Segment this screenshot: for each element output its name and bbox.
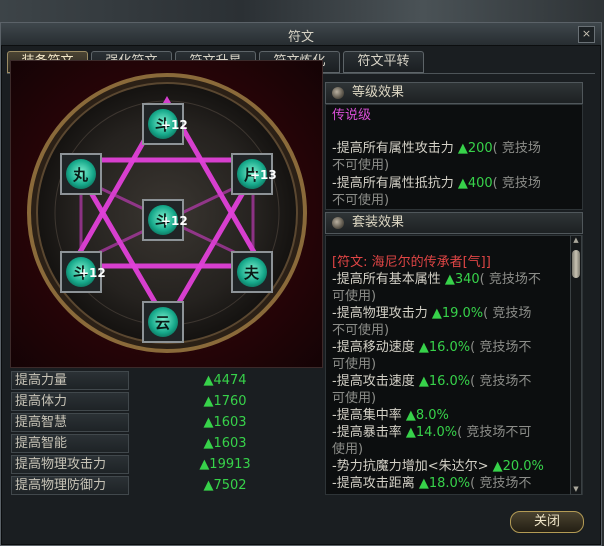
effect-line: 不可使用) [332, 193, 390, 208]
rune-glyph: 云 [155, 314, 171, 332]
set-name: [符文: 海尼尔的传承者[气]] [332, 255, 491, 270]
stat-label: 提高智能 [11, 434, 129, 453]
rune-slot-top[interactable]: 斗 +12 [142, 103, 188, 145]
orb-icon [332, 87, 344, 99]
effect-line: 可使用) [332, 357, 377, 372]
set-effect-title: 套装效果 [352, 215, 405, 230]
level-effect-header: 等级效果 [325, 82, 583, 104]
title-bar[interactable]: 符文 × [1, 23, 601, 46]
stat-label: 提高体力 [11, 392, 129, 411]
set-effect-scrollbar[interactable]: ▲ ▼ [570, 235, 582, 495]
effect-line: -提高攻击距离 ▲18.0%( 竞技场不 [332, 476, 532, 491]
effect-line: -提高攻击速度 ▲16.0%( 竞技场不 [332, 374, 532, 389]
effects-panel: 等级效果 传说级 -提高所有属性攻击力 ▲200( 竞技场 不可使用) -提高所… [325, 80, 583, 495]
rune-level-badge: +12 [161, 118, 188, 132]
set-effect-header: 套装效果 [325, 212, 583, 234]
orb-icon [332, 217, 344, 229]
effect-line: -提高移动速度 ▲16.0%( 竞技场不 [332, 340, 532, 355]
rune-slot-bottom[interactable]: 云 [142, 301, 184, 343]
effect-line: -提高集中率 ▲8.0% [332, 408, 449, 423]
effect-line: 使用) [332, 442, 364, 457]
stat-row: 提高力量 ▲4474 [10, 371, 321, 390]
stat-row: 提高体力 ▲1760 [10, 392, 321, 411]
rune-glyph: 夫 [244, 264, 260, 282]
scroll-thumb[interactable] [572, 250, 580, 278]
effect-line: -势力抗魔力增加<朱达尔> ▲20.0% [332, 459, 544, 474]
stat-row: 提高智能 ▲1603 [10, 434, 321, 453]
rune-level-badge: +12 [161, 214, 188, 228]
level-effect-title: 等级效果 [352, 85, 405, 100]
stat-row: 提高物理攻击力 ▲19913 [10, 455, 321, 474]
effect-line: -提高所有属性抵抗力 ▲400( 竞技场 [332, 176, 541, 191]
effect-line: 不可使用) [332, 323, 390, 338]
rune-slot-center[interactable]: 斗 +12 [142, 199, 188, 241]
stat-value: ▲1760 [203, 394, 247, 409]
close-button[interactable]: 关闭 [510, 511, 584, 533]
effect-line: -提高暴击率 ▲14.0%( 竞技场不可 [332, 425, 532, 440]
scroll-down-arrow-icon[interactable]: ▼ [571, 485, 581, 494]
rune-level-badge: +12 [79, 266, 106, 280]
stat-value: ▲4474 [203, 373, 247, 388]
stat-label: 提高物理防御力 [11, 476, 129, 495]
effect-line: -提高物理攻击力 ▲19.0%( 竞技场 [332, 306, 532, 321]
stat-label: 提高智慧 [11, 413, 129, 432]
stat-label: 提高物理攻击力 [11, 455, 129, 474]
stat-label: 提高力量 [11, 371, 129, 390]
stat-value: ▲1603 [203, 436, 247, 451]
grade-label: 传说级 [332, 108, 372, 123]
effect-line: -提高所有基本属性 ▲340( 竞技场不 [332, 272, 541, 287]
rune-slot-upper-right[interactable]: 片 +13 [231, 153, 277, 195]
set-effect-box[interactable]: [符文: 海尼尔的传承者[气]] -提高所有基本属性 ▲340( 竞技场不 可使… [325, 235, 583, 495]
effect-line: 不可使用) [332, 158, 390, 173]
rune-slot-lower-left[interactable]: 斗 +12 [60, 251, 106, 293]
rune-slot-lower-right[interactable]: 夫 [231, 251, 273, 293]
rune-glyph: 丸 [73, 166, 89, 184]
level-effect-box: 传说级 -提高所有属性攻击力 ▲200( 竞技场 不可使用) -提高所有属性抵抗… [325, 104, 583, 210]
scroll-up-arrow-icon[interactable]: ▲ [571, 236, 581, 245]
effect-line: -提高所有属性攻击力 ▲200( 竞技场 [332, 141, 541, 156]
stat-value: ▲19913 [199, 457, 251, 472]
effect-line: 可使用) [332, 391, 377, 406]
effect-line: 可使用) [332, 289, 377, 304]
rune-level-badge: +13 [250, 168, 277, 182]
stat-value: ▲7502 [203, 478, 247, 493]
stat-row: 提高智慧 ▲1603 [10, 413, 321, 432]
window-title: 符文 [287, 30, 314, 45]
stat-row: 提高物理防御力 ▲7502 [10, 476, 321, 495]
stat-value: ▲1603 [203, 415, 247, 430]
tab-rune-transfer[interactable]: 符文平转 [343, 51, 424, 73]
rune-slot-upper-left[interactable]: 丸 [60, 153, 102, 195]
close-icon[interactable]: × [578, 26, 595, 43]
stat-list: 提高力量 ▲4474 提高体力 ▲1760 提高智慧 ▲1603 提高智能 ▲1… [10, 369, 321, 495]
